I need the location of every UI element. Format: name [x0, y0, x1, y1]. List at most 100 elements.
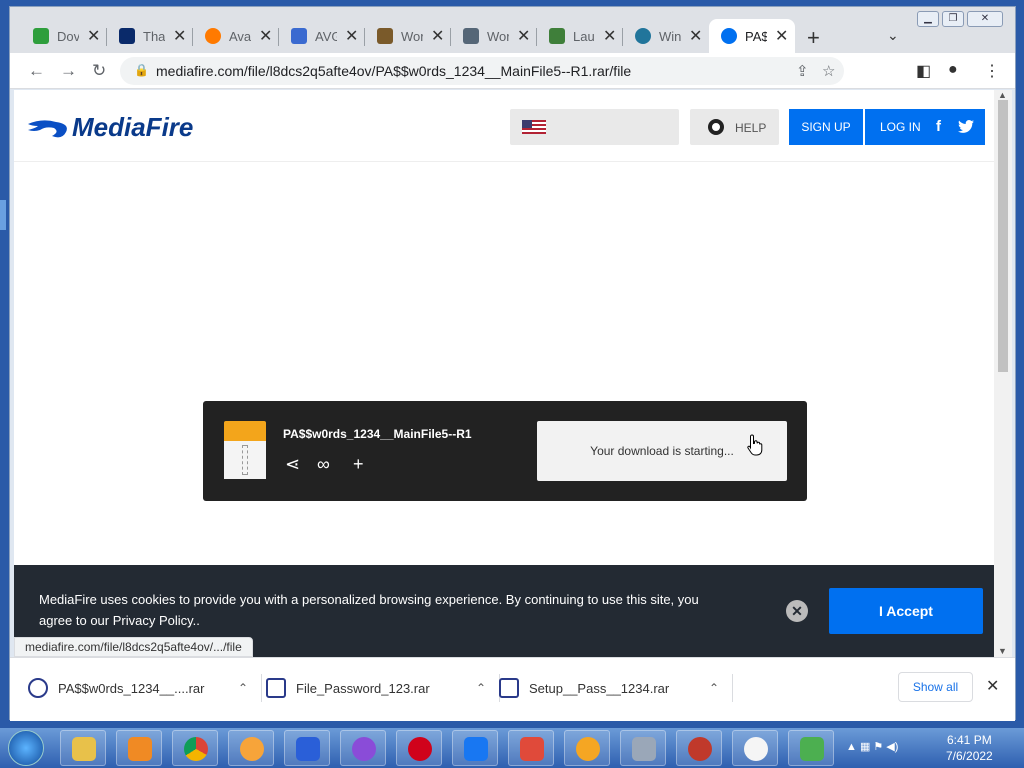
chrome-taskbar-icon[interactable] — [172, 730, 218, 766]
tab-favicon-icon — [377, 28, 393, 44]
page-scrollbar[interactable]: ▲ ▼ — [994, 90, 1012, 657]
close-icon[interactable]: ✕ — [87, 26, 100, 46]
download-item-name: Setup__Pass__1234.rar — [529, 680, 670, 696]
tab-search-icon[interactable]: ⌄ — [887, 27, 899, 44]
forward-icon[interactable]: → — [60, 61, 77, 81]
tab-4[interactable]: AVG ✕ — [279, 19, 365, 53]
mediafire-logo[interactable]: MediaFire — [26, 112, 193, 143]
close-icon[interactable]: ✕ — [259, 26, 272, 46]
reload-icon[interactable]: ↻ — [92, 61, 106, 81]
sign-up-button[interactable]: SIGN UP — [789, 109, 863, 145]
facebook-icon[interactable]: f — [936, 118, 941, 135]
tab-favicon-icon — [635, 28, 651, 44]
close-icon[interactable]: ✕ — [775, 26, 788, 46]
flame-logo-icon — [28, 119, 67, 137]
tab-1[interactable]: Dov ✕ — [21, 19, 107, 53]
file-name: PA$$w0rds_1234__MainFile5--R1 — [283, 427, 472, 441]
download-panel: PA$$w0rds_1234__MainFile5--R1 ⋖ ∞ + Your… — [203, 401, 807, 501]
tab-favicon-icon — [119, 28, 135, 44]
close-icon[interactable]: ✕ — [173, 26, 186, 46]
desktop-edge — [0, 200, 6, 230]
network-taskbar-icon[interactable] — [676, 730, 722, 766]
download-item[interactable]: Setup__Pass__1234.rar ⌃ — [499, 670, 733, 706]
tab-3[interactable]: Ava ✕ — [193, 19, 279, 53]
tab-strip: Dov ✕ That ✕ Ava ✕ AVG ✕ Wor ✕ Wor ✕ Lau ✕ Win ✕… — [10, 7, 1015, 53]
shield-taskbar-icon[interactable] — [284, 730, 330, 766]
chevron-up-icon[interactable]: ⌃ — [709, 681, 719, 695]
close-icon[interactable]: ✕ — [517, 26, 530, 46]
menu-dots-icon[interactable]: ⋮ — [984, 61, 1000, 81]
tab-5[interactable]: Wor ✕ — [365, 19, 451, 53]
add-icon[interactable]: + — [353, 454, 364, 475]
close-window-icon[interactable]: ✕ — [967, 11, 1003, 27]
toolbar: ← → ↻ 🔒 mediafire.com/file/l8dcs2q5afte4… — [10, 53, 1015, 89]
cookie-message: MediaFire uses cookies to provide you wi… — [39, 592, 699, 628]
tab-favicon-icon — [463, 28, 479, 44]
clock[interactable]: 6:41 PM 7/6/2022 — [946, 732, 993, 764]
tab-favicon-icon — [205, 28, 221, 44]
close-icon[interactable]: ✕ — [786, 600, 808, 622]
lock-app-taskbar-icon[interactable] — [564, 730, 610, 766]
address-bar[interactable]: 🔒 mediafire.com/file/l8dcs2q5afte4ov/PA$… — [120, 57, 844, 85]
help-button[interactable]: HELP — [690, 109, 779, 145]
close-shelf-icon[interactable]: ✕ — [986, 676, 999, 696]
mediafire-header: MediaFire HELP SIGN UP LOG IN f — [14, 90, 994, 162]
accept-cookies-button[interactable]: I Accept — [829, 588, 983, 634]
download-item[interactable]: PA$$w0rds_1234__....rar ⌃ — [28, 670, 262, 706]
new-tab-icon[interactable]: + — [807, 25, 820, 51]
tab-title: Ava — [229, 28, 251, 44]
hat-taskbar-icon[interactable] — [732, 730, 778, 766]
hand-cursor-icon — [747, 434, 763, 456]
clock-date: 7/6/2022 — [946, 749, 993, 763]
scroll-down-icon[interactable]: ▼ — [998, 646, 1007, 656]
tab-9-active[interactable]: PA$ ✕ — [709, 19, 795, 53]
close-icon[interactable]: ✕ — [431, 26, 444, 46]
avast-taskbar-icon[interactable] — [228, 730, 274, 766]
minimize-icon[interactable]: ▁ — [917, 11, 939, 27]
address-text: mediafire.com/file/l8dcs2q5afte4ov/PA$$w… — [156, 63, 632, 79]
download-status-text: Your download is starting... — [590, 444, 734, 458]
lifebuoy-icon — [708, 119, 724, 135]
app-taskbar-icon[interactable] — [508, 730, 554, 766]
chevron-up-icon[interactable]: ⌃ — [476, 681, 486, 695]
close-icon[interactable]: ✕ — [345, 26, 358, 46]
back-icon[interactable]: ← — [28, 61, 45, 81]
archive-file-icon — [224, 421, 266, 479]
web-page: MediaFire HELP SIGN UP LOG IN f PA$$w0rd… — [14, 90, 994, 657]
download-item-name: PA$$w0rds_1234__....rar — [58, 680, 205, 696]
close-icon[interactable]: ✕ — [603, 26, 616, 46]
tab-2[interactable]: That ✕ — [107, 19, 193, 53]
profile-avatar-icon[interactable]: ● — [948, 61, 958, 79]
system-tray-icons[interactable]: ▲ ▦ ⚑ ◀) — [846, 740, 898, 753]
logo-text: MediaFire — [72, 112, 194, 142]
download-item[interactable]: File_Password_123.rar ⌃ — [266, 670, 500, 706]
store-taskbar-icon[interactable] — [788, 730, 834, 766]
maximize-icon[interactable]: ❐ — [942, 11, 964, 27]
share-icon[interactable]: ⋖ — [285, 454, 300, 475]
media-player-taskbar-icon[interactable] — [116, 730, 162, 766]
privacy-taskbar-icon[interactable] — [340, 730, 386, 766]
share-icon[interactable]: ⇪ — [796, 62, 809, 80]
tab-favicon-icon — [291, 28, 307, 44]
side-panel-icon[interactable]: ◧ — [916, 61, 931, 81]
twitter-icon[interactable] — [958, 120, 974, 133]
start-button[interactable] — [8, 730, 44, 766]
chevron-up-icon[interactable]: ⌃ — [238, 681, 248, 695]
tab-6[interactable]: Wor ✕ — [451, 19, 537, 53]
tools-taskbar-icon[interactable] — [620, 730, 666, 766]
show-all-button[interactable]: Show all — [898, 672, 973, 702]
close-icon[interactable]: ✕ — [689, 26, 702, 46]
explorer-taskbar-icon[interactable] — [60, 730, 106, 766]
bookmark-star-icon[interactable]: ☆ — [822, 62, 835, 80]
opera-taskbar-icon[interactable] — [396, 730, 442, 766]
tab-7[interactable]: Lau ✕ — [537, 19, 623, 53]
rar-file-icon — [266, 678, 286, 698]
facebook-taskbar-icon[interactable] — [452, 730, 498, 766]
language-selector[interactable] — [510, 109, 679, 145]
copy-link-icon[interactable]: ∞ — [317, 454, 330, 475]
tab-8[interactable]: Win ✕ — [623, 19, 709, 53]
tab-title: AVG — [315, 28, 337, 44]
scroll-up-icon[interactable]: ▲ — [998, 90, 1007, 100]
rar-file-icon — [28, 678, 48, 698]
scrollbar-thumb[interactable] — [998, 100, 1008, 372]
